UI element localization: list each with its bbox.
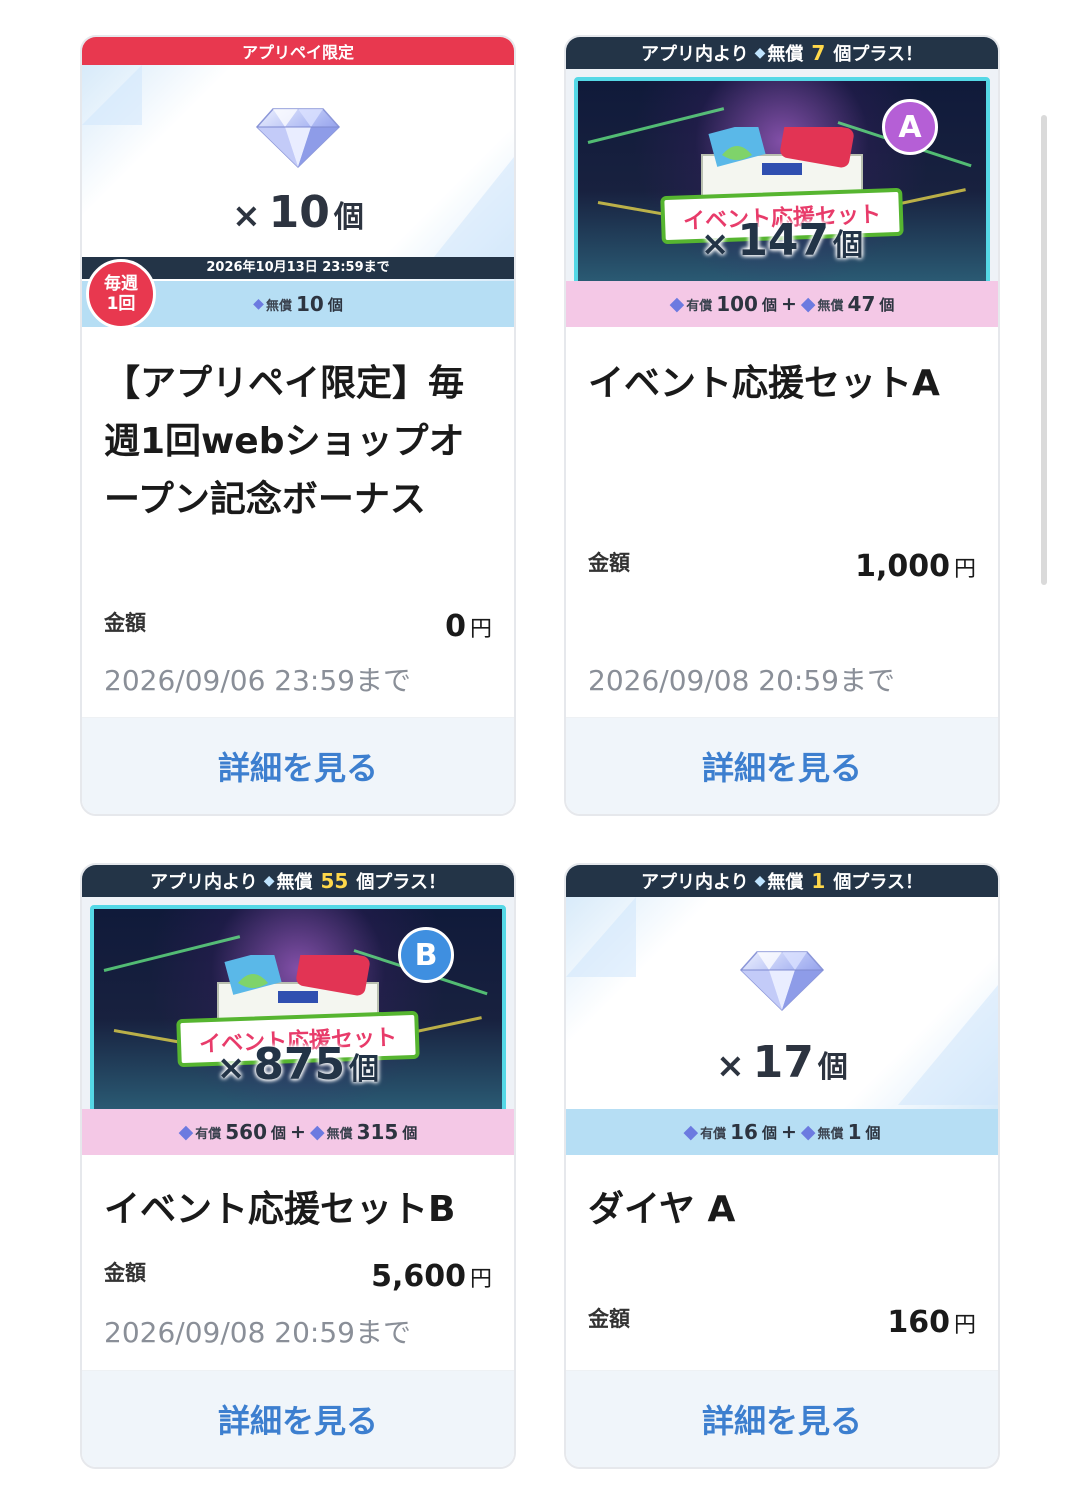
diamond-icon: ◆ [800,1121,816,1143]
product-title: イベント応援セットB [104,1189,456,1230]
product-card[interactable]: アプリペイ限定 × 10 個 2026年10月13日 23:59まで 毎週 1回 ◆… [80,35,516,816]
diamond-breakdown: ◆ 有償 16 個 + ◆ 無償 1個 [566,1109,998,1155]
product-title: ダイヤ A [588,1189,736,1230]
price: 160 円 [887,1305,976,1340]
diamond-icon: ◆ [800,293,816,315]
set-a-badge: A [882,99,938,155]
diamond-icon: ◆ [683,1121,699,1143]
price-label: 金額 [588,551,630,575]
diamond-icon: ◆ [263,873,275,889]
diamond-icon: ◆ [178,1121,194,1143]
view-details-button[interactable]: 詳細を見る [82,717,514,814]
bonus-banner: アプリ内より ◆ 無償 55 個プラス！ [82,865,514,897]
set-b-badge: B [398,927,454,983]
quantity-label: × 10 個 [232,187,364,238]
diamond-breakdown: ◆ 有償 100 個 + ◆ 無償 47 個 [566,281,998,327]
quantity-label: × 147 個 [700,215,864,266]
sale-deadline: 2026/09/06 23:59まで [104,664,411,697]
quantity-label: × 17 個 [716,1037,848,1088]
product-banner: アプリ内より ◆ 無償 55 個プラス！ イベント応援セット B × 875 個 ◆… [82,865,514,1155]
price-label: 金額 [104,1261,146,1285]
limited-banner: アプリペイ限定 [82,37,514,65]
product-banner: アプリ内より ◆ 無償 7 個プラス！ イベント応援セット A × 147 個 ◆ … [566,37,998,327]
bonus-banner: アプリ内より ◆ 無償 1 個プラス！ [566,865,998,897]
diamond-icon: ◆ [253,296,264,312]
price: 0円 [445,609,492,644]
diamond-icon: ◆ [754,45,766,61]
diamond-icon [739,950,825,1012]
price: 1,000 円 [855,549,976,584]
price-label: 金額 [588,1307,630,1331]
diamond-icon [255,107,341,169]
decor-triangle [82,65,142,125]
weekly-badge: 毎週 1回 [86,259,156,327]
sale-deadline: 2026/09/08 20:59まで [588,664,895,697]
diamond-breakdown: ◆ 有償 560 個 + ◆ 無償 315 個 [82,1109,514,1155]
product-card[interactable]: アプリ内より ◆ 無償 55 個プラス！ イベント応援セット B × 875 個 ◆… [80,863,516,1469]
product-banner: アプリペイ限定 × 10 個 2026年10月13日 23:59まで 毎週 1回 ◆… [82,37,514,327]
view-details-button[interactable]: 詳細を見る [566,1370,998,1467]
scrollbar[interactable] [1041,115,1047,585]
price: 5,600 円 [371,1259,492,1294]
view-details-button[interactable]: 詳細を見る [82,1370,514,1467]
decor-triangle [566,897,636,977]
view-details-button[interactable]: 詳細を見る [566,717,998,814]
diamond-icon: ◆ [754,873,766,889]
bonus-banner: アプリ内より ◆ 無償 7 個プラス！ [566,37,998,69]
diamond-icon: ◆ [309,1121,325,1143]
diamond-icon: ◆ [669,293,685,315]
product-title: イベント応援セットA [588,363,940,404]
product-title: 【アプリペイ限定】毎週1回webショップオープン記念ボーナス [104,363,465,520]
quantity-label: × 875 個 [216,1039,380,1090]
product-banner: アプリ内より ◆ 無償 1 個プラス！ × 17 個 ◆ 有償 16 個 + ◆ 無償… [566,865,998,1155]
product-card[interactable]: アプリ内より ◆ 無償 1 個プラス！ × 17 個 ◆ 有償 16 個 + ◆ 無償… [564,863,1000,1469]
product-card[interactable]: アプリ内より ◆ 無償 7 個プラス！ イベント応援セット A × 147 個 ◆ … [564,35,1000,816]
price-label: 金額 [104,611,146,635]
sale-deadline: 2026/09/08 20:59まで [104,1316,411,1349]
